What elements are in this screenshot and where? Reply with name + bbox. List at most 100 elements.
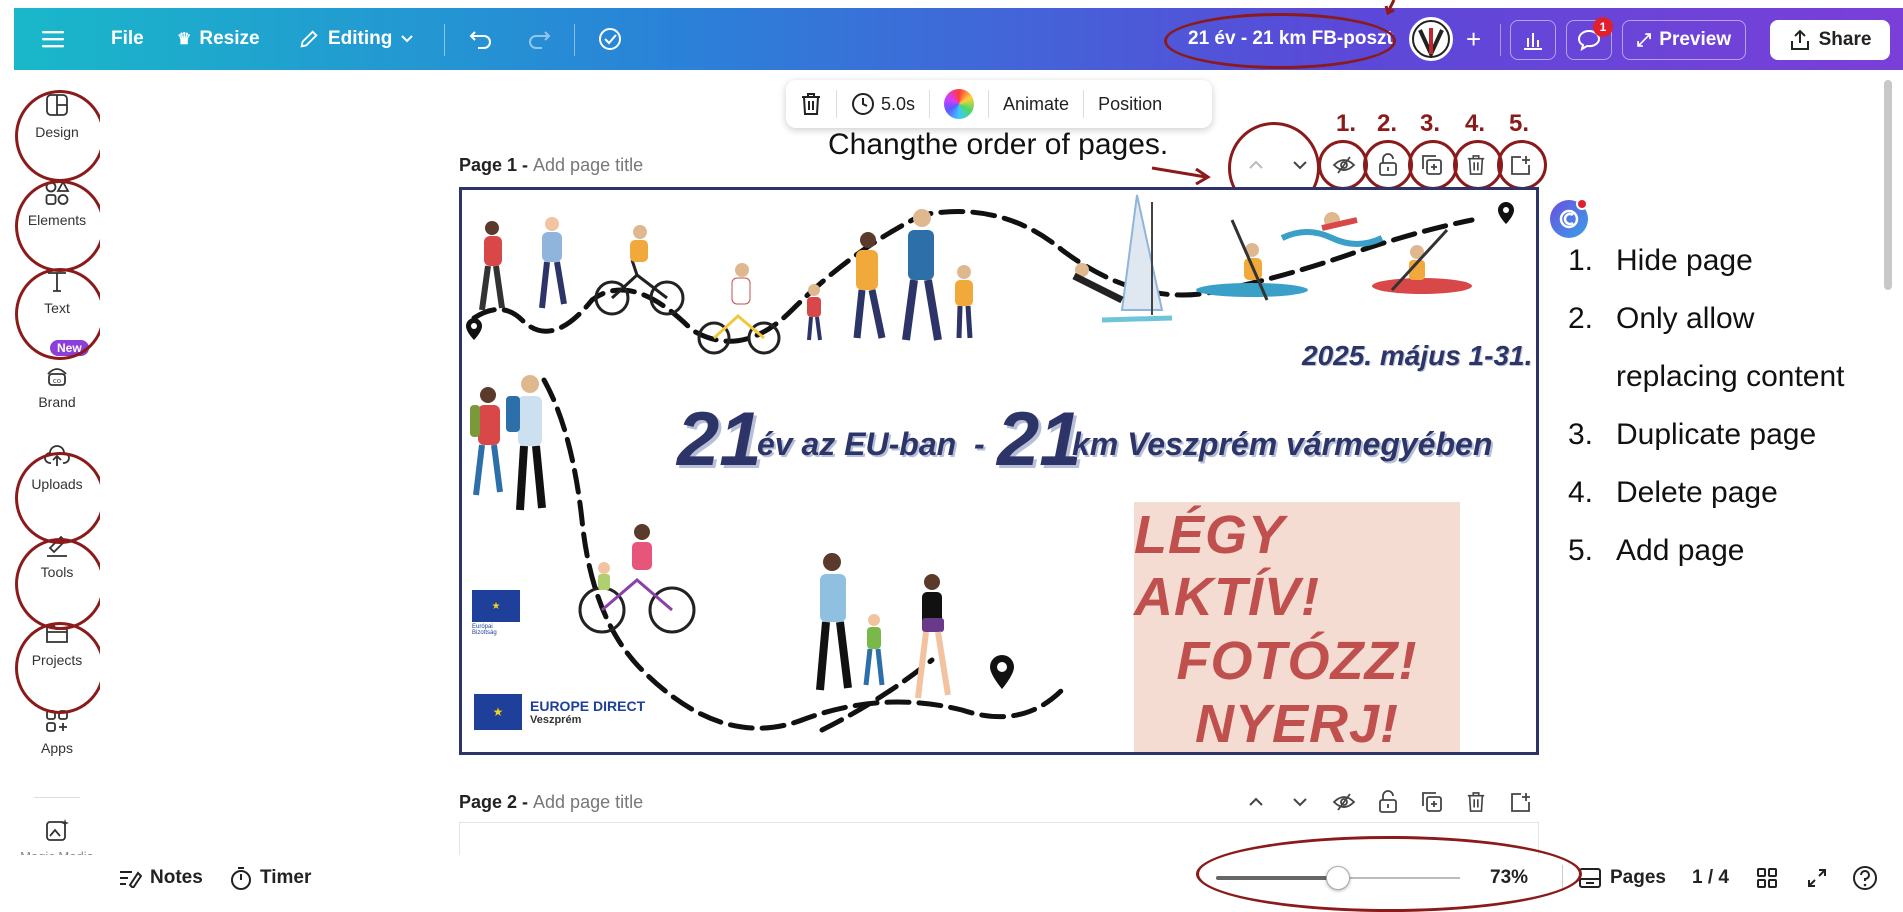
move-page-down-button[interactable]: [1278, 782, 1322, 822]
sidebar-item-text[interactable]: Text: [14, 252, 100, 332]
toolbar-divider: [444, 24, 445, 56]
position-button[interactable]: Position: [1084, 90, 1176, 118]
chevron-down-icon: [1293, 161, 1307, 170]
legend-text: Add page: [1616, 534, 1745, 567]
grid-view-button[interactable]: [1756, 867, 1778, 889]
color-button[interactable]: [930, 89, 990, 119]
add-page-button[interactable]: [1498, 145, 1542, 185]
duplicate-page-button[interactable]: [1410, 145, 1454, 185]
delete-page-button[interactable]: [1454, 145, 1498, 185]
move-page-up-button[interactable]: [1234, 782, 1278, 822]
sidebar-item-tools[interactable]: Tools: [14, 516, 100, 596]
zoom-value-button[interactable]: 73%: [1490, 867, 1528, 889]
legend-text: Delete page: [1616, 476, 1778, 509]
page-1-controls: [1234, 145, 1542, 185]
share-button[interactable]: Share: [1770, 20, 1890, 60]
page-2-label: Page 2 - Add page title: [459, 792, 643, 813]
annotation-arrow-title: [1384, 0, 1398, 16]
lock-page-button[interactable]: [1366, 782, 1410, 822]
save-status-button[interactable]: [596, 8, 624, 70]
sidebar-item-projects[interactable]: Projects: [14, 604, 100, 684]
trash-icon: [1467, 155, 1485, 175]
hide-page-button[interactable]: [1322, 145, 1366, 185]
document-title[interactable]: 21 év - 21 km FB-poszt: [1188, 8, 1393, 70]
share-label: Share: [1818, 29, 1872, 50]
page-1-design[interactable]: 2025. május 1-31. 21 év az EU-ban - 21 k…: [459, 187, 1539, 755]
comments-button[interactable]: 1: [1566, 17, 1613, 60]
tools-icon: [47, 535, 67, 557]
european-commission-logo: ★ Európai Bizottság: [472, 590, 568, 650]
insights-button[interactable]: [1510, 20, 1556, 60]
preview-label: Preview: [1659, 29, 1732, 50]
preview-button[interactable]: ⤢ Preview: [1622, 20, 1746, 60]
svg-text:co: co: [53, 377, 61, 385]
annotation-number-1: 1.: [1336, 110, 1357, 137]
sidebar-item-elements[interactable]: Elements: [14, 164, 100, 244]
redo-button[interactable]: [527, 8, 551, 70]
sidebar-label-projects: Projects: [31, 652, 83, 668]
map-pin-icon: [990, 655, 1014, 689]
notes-label: Notes: [150, 866, 203, 888]
zoom-slider[interactable]: [1216, 866, 1460, 890]
annotation-number-2: 2.: [1377, 110, 1398, 137]
sidebar-item-uploads[interactable]: Uploads: [14, 428, 100, 508]
delete-page-button[interactable]: [1454, 782, 1498, 822]
left-sidebar: Design Elements Text New co Brand Upload…: [14, 70, 100, 900]
help-button[interactable]: [1852, 865, 1878, 891]
chevron-down-icon: [401, 35, 414, 43]
timer-label: Timer: [260, 866, 312, 888]
sidebar-label-design: Design: [35, 124, 79, 140]
editing-dropdown[interactable]: Editing: [298, 8, 414, 70]
lock-icon: [1379, 153, 1397, 176]
vertical-scrollbar[interactable]: [1884, 80, 1892, 290]
move-page-up-button[interactable]: [1234, 145, 1278, 185]
notes-button[interactable]: Notes: [118, 867, 203, 889]
add-page-button[interactable]: [1498, 782, 1542, 822]
file-menu[interactable]: File: [111, 8, 144, 70]
timer-button[interactable]: Timer: [230, 866, 311, 890]
bottom-cyclist-illustration: [578, 524, 696, 634]
user-avatar[interactable]: [1409, 8, 1453, 70]
bottom-bar: Notes Timer 73% Pages 1 / 4: [0, 855, 1903, 900]
duplicate-page-button[interactable]: [1410, 782, 1454, 822]
brand-icon: co: [47, 368, 67, 386]
eye-off-icon: [1332, 156, 1356, 174]
legend-number: 1.: [1568, 244, 1594, 277]
cyclists-illustration: [594, 225, 781, 355]
resize-button[interactable]: ♛ Resize: [177, 8, 260, 70]
new-badge: New: [50, 340, 89, 356]
design-icon: [46, 94, 68, 116]
page-2-design[interactable]: [459, 822, 1539, 855]
fullscreen-button[interactable]: [1806, 867, 1828, 889]
element-context-toolbar: 5.0s Animate Position: [786, 80, 1212, 128]
route-path-top: [471, 209, 1475, 344]
document-title-text: 21 év - 21 km FB-poszt: [1188, 28, 1393, 49]
file-label: File: [111, 28, 144, 49]
lock-page-button[interactable]: [1366, 145, 1410, 185]
annotation-number-5: 5.: [1509, 110, 1530, 137]
pages-button[interactable]: Pages: [1578, 867, 1666, 889]
sidebar-item-apps[interactable]: Apps: [14, 692, 100, 772]
add-collaborator-button[interactable]: +: [1466, 8, 1481, 70]
hide-page-button[interactable]: [1322, 782, 1366, 822]
sidebar-label-apps: Apps: [41, 740, 73, 756]
slogan-line-1: LÉGY AKTÍV!: [1134, 504, 1320, 627]
delete-element-button[interactable]: [786, 90, 837, 118]
assistant-icon: [1559, 209, 1579, 229]
page-2-title-input[interactable]: Add page title: [533, 792, 643, 812]
move-page-down-button[interactable]: [1278, 145, 1322, 185]
headline-number-1: 21: [677, 397, 762, 482]
sidebar-item-design[interactable]: Design: [14, 76, 100, 156]
headline-part-1: év az EU-ban -: [757, 426, 985, 462]
sidebar-item-brand[interactable]: New co Brand: [14, 340, 100, 420]
sidebar-label-text: Text: [44, 300, 70, 316]
legend-row: 5. Add page: [1568, 522, 1898, 580]
animate-button[interactable]: Animate: [989, 90, 1085, 118]
slogan-line-2: FOTÓZZ!: [1176, 630, 1418, 691]
page-1-title-input[interactable]: Add page title: [533, 155, 643, 175]
menu-button[interactable]: [42, 8, 64, 70]
zoom-slider-handle[interactable]: [1326, 866, 1350, 890]
notes-icon: [120, 870, 142, 888]
duration-button[interactable]: 5.0s: [837, 90, 931, 118]
undo-button[interactable]: [469, 8, 493, 70]
